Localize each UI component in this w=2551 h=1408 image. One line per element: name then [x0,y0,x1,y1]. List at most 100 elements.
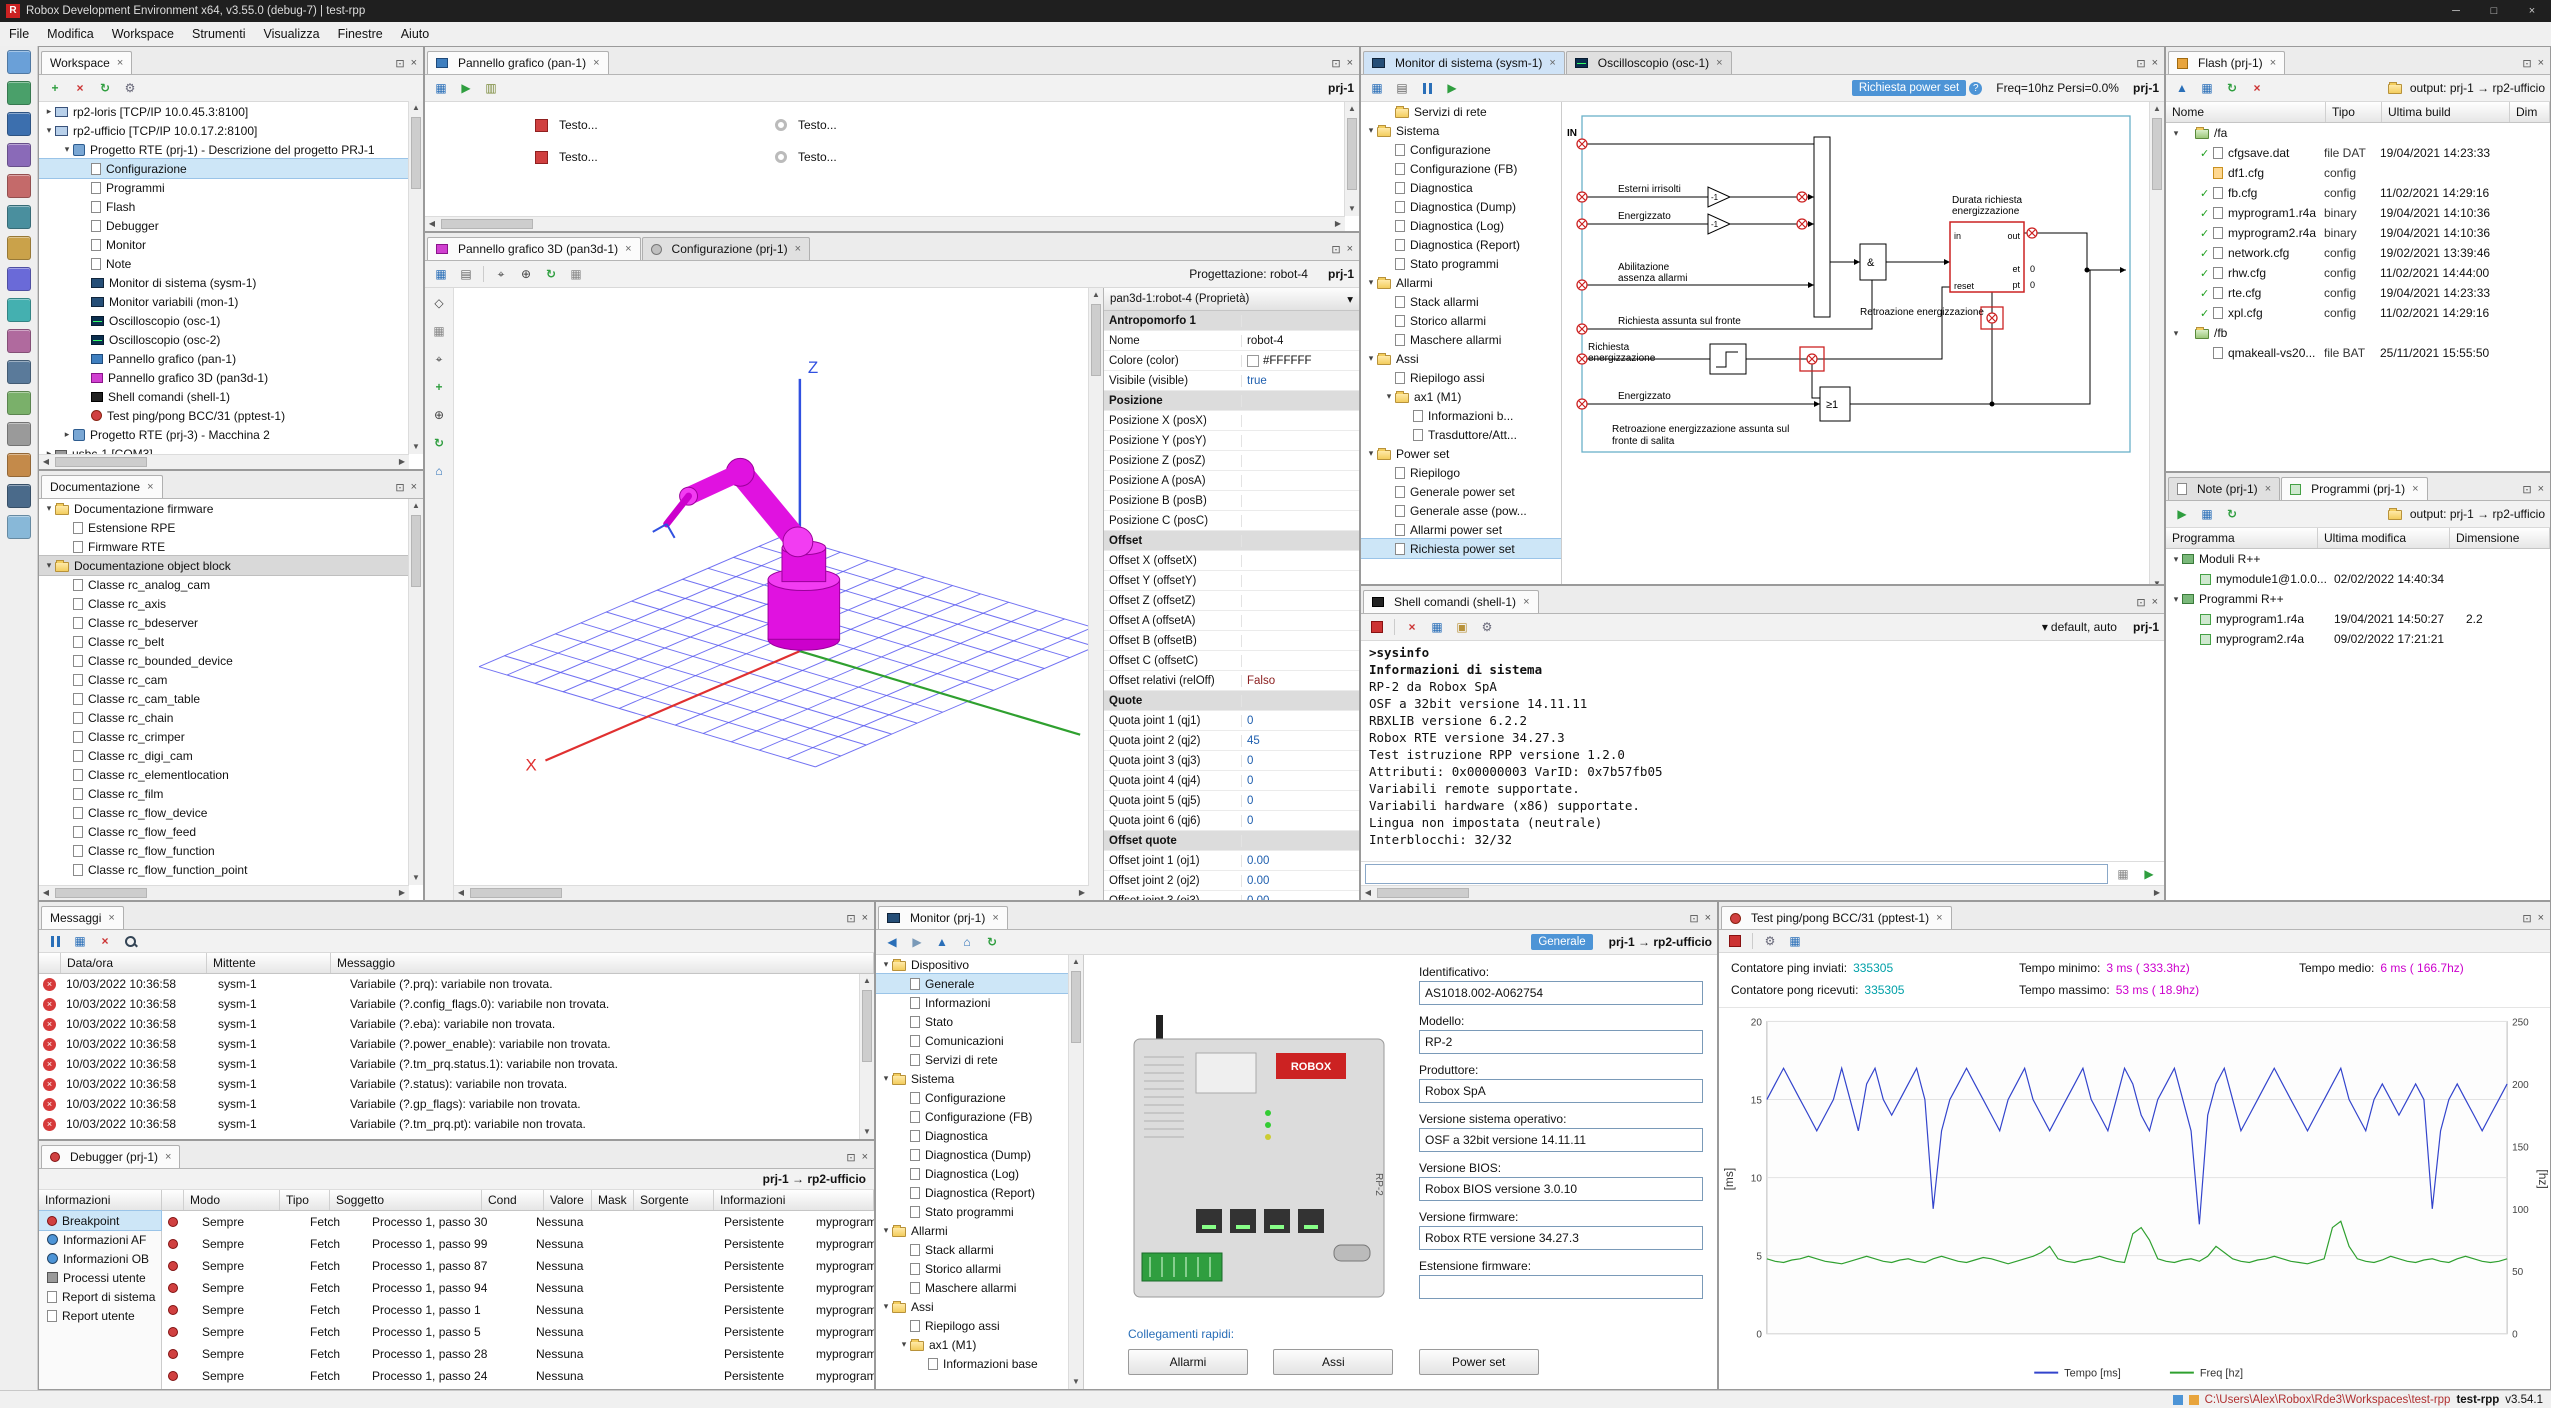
tab-close-icon[interactable]: × [147,481,153,493]
tree-item[interactable]: Firmware RTE [39,537,423,556]
tree-item[interactable]: Comunicazioni [876,1031,1083,1050]
build-button[interactable] [2171,503,2193,525]
column-header[interactable]: Mittente [207,953,331,973]
property-row[interactable]: Offset quote [1104,831,1359,851]
shell-command-input[interactable] [1365,864,2108,884]
tab-close-icon[interactable]: × [795,243,801,255]
menu-item[interactable]: File [0,24,38,44]
refresh-button[interactable] [94,77,116,99]
tree-item[interactable]: Storico allarmi [1361,311,1561,330]
minimize-button[interactable]: ─ [2437,0,2475,22]
property-row[interactable]: Posizione X (posX) [1104,411,1359,431]
tree-item[interactable]: Programmi [39,178,423,197]
tree-item[interactable]: Configurazione [876,1088,1083,1107]
tool-strip-icon[interactable] [7,515,31,539]
tree-item[interactable]: Configurazione (FB) [876,1107,1083,1126]
shell-profile-combo[interactable]: default, auto [2051,620,2117,634]
settings-button[interactable] [1476,616,1498,638]
tree-item[interactable]: Configurazione [1361,140,1561,159]
property-row[interactable]: Antropomorfo 1 [1104,311,1359,331]
tab-close-icon[interactable]: × [108,912,114,924]
quick-link-button[interactable]: Allarmi [1128,1349,1248,1375]
view-front-icon[interactable] [428,320,450,342]
expander-icon[interactable]: ▾ [2170,328,2182,339]
send-icon[interactable] [2138,863,2160,885]
panel-float-icon[interactable]: ⊡ [846,1151,855,1164]
menu-item[interactable]: Finestre [329,24,392,44]
tree-item[interactable]: Note [39,254,423,273]
property-value[interactable]: 0 [1247,775,1253,787]
tree-item[interactable]: ▾ Power set [1361,444,1561,463]
tab-workspace[interactable]: Workspace × [41,51,132,74]
expander-icon[interactable]: ▾ [1365,125,1377,136]
tree-item[interactable]: Stato programmi [1361,254,1561,273]
tree-item[interactable]: ▾ Allarmi [876,1221,1083,1240]
scrollbar-horizontal[interactable]: ◀▶ [39,454,409,469]
tree-item[interactable]: Maschere allarmi [1361,330,1561,349]
help-icon[interactable]: ? [1969,82,1982,95]
tree-item[interactable]: Riepilogo assi [1361,368,1561,387]
property-value[interactable]: Falso [1247,675,1275,687]
column-header[interactable]: Messaggio [331,953,874,973]
flash-row[interactable]: ▾ /fb [2166,323,2550,343]
flash-row[interactable]: ▾ /fa [2166,123,2550,143]
form-input[interactable]: AS1018.002-A062754 [1419,981,1703,1005]
tree-item[interactable]: Diagnostica (Dump) [1361,197,1561,216]
tool-strip-icon[interactable] [7,298,31,322]
breakpoint-row[interactable]: Sempre Fetch Processo 1, passo 24 Nessun… [162,1365,874,1387]
home-view-icon[interactable] [428,460,450,482]
tab-sysm[interactable]: Monitor di sistema (sysm-1) × [1363,51,1565,74]
breakpoint-row[interactable]: Sempre Fetch Processo 1, passo 94 Nessun… [162,1277,874,1299]
tree-item[interactable]: ▾ Documentazione firmware [39,499,423,518]
expander-icon[interactable]: ▾ [1365,277,1377,288]
program-row[interactable]: myprogram2.r4a 09/02/2022 17:21:21 [2166,629,2550,649]
tree-item[interactable]: Classe rc_cam [39,670,423,689]
graphic-item[interactable]: Testo... [535,150,598,164]
library-button[interactable] [480,77,502,99]
tree-item[interactable]: Riepilogo [1361,463,1561,482]
flash-row[interactable]: df1.cfg config [2166,163,2550,183]
property-row[interactable]: Posizione C (posC) [1104,511,1359,531]
orbit-icon[interactable] [428,432,450,454]
tab-close-icon[interactable]: × [992,912,998,924]
select-tool-icon[interactable] [490,263,512,285]
property-row[interactable]: Posizione A (posA) [1104,471,1359,491]
tree-item[interactable]: ▾ Assi [876,1297,1083,1316]
panel-close-icon[interactable]: × [2538,57,2544,70]
tree-item[interactable]: Classe rc_film [39,784,423,803]
tree-item[interactable]: Classe rc_flow_device [39,803,423,822]
message-row[interactable]: 10/03/2022 10:36:58 sysm-1 Variabile (?.… [39,1094,874,1114]
tab-close-icon[interactable]: × [1523,596,1529,608]
property-row[interactable]: Colore (color) #FFFFFF [1104,351,1359,371]
tree-item[interactable]: Informazioni [876,993,1083,1012]
tree-item[interactable]: Classe rc_crimper [39,727,423,746]
flash-row[interactable]: ✓ fb.cfg config 11/02/2021 14:29:16 [2166,183,2550,203]
program-row[interactable]: mymodule1@1.0.0... 02/02/2022 14:40:34 [2166,569,2550,589]
flash-row[interactable]: ✓ network.cfg config 19/02/2021 13:39:46 [2166,243,2550,263]
column-header[interactable]: Soggetto [330,1190,482,1210]
flash-row[interactable]: ✓ rhw.cfg config 11/02/2021 14:44:00 [2166,263,2550,283]
property-row[interactable]: Offset A (offsetA) [1104,611,1359,631]
scrollbar-horizontal[interactable]: ◀▶ [39,885,409,900]
tab-close-icon[interactable]: × [2412,483,2418,495]
tab-pan1[interactable]: Pannello grafico (pan-1) × [427,51,609,74]
download-button[interactable] [2196,503,2218,525]
zoom-fit-icon[interactable] [428,404,450,426]
tree-item[interactable]: Diagnostica [1361,178,1561,197]
column-header[interactable]: Cond [482,1190,544,1210]
save-button[interactable] [69,930,91,952]
tree-item[interactable]: ▾ rp2-ufficio [TCP/IP 10.0.17.2:8100] [39,121,423,140]
property-row[interactable]: Quota joint 4 (qj4) 0 [1104,771,1359,791]
tree-item[interactable]: Configurazione [39,159,423,178]
property-row[interactable]: Quota joint 6 (qj6) 0 [1104,811,1359,831]
tree-item[interactable]: Servizi di rete [1361,102,1561,121]
property-row[interactable]: Offset relativi (relOff) Falso [1104,671,1359,691]
expander-icon[interactable]: ▸ [43,106,55,117]
refresh-button[interactable] [981,931,1003,953]
property-row[interactable]: Offset C (offsetC) [1104,651,1359,671]
property-value[interactable]: robot-4 [1247,335,1283,347]
tree-item[interactable]: Servizi di rete [876,1050,1083,1069]
open-button[interactable] [1451,616,1473,638]
debugger-sidebar-item[interactable]: Informazioni OB [39,1249,161,1268]
tab-close-icon[interactable]: × [117,57,123,69]
